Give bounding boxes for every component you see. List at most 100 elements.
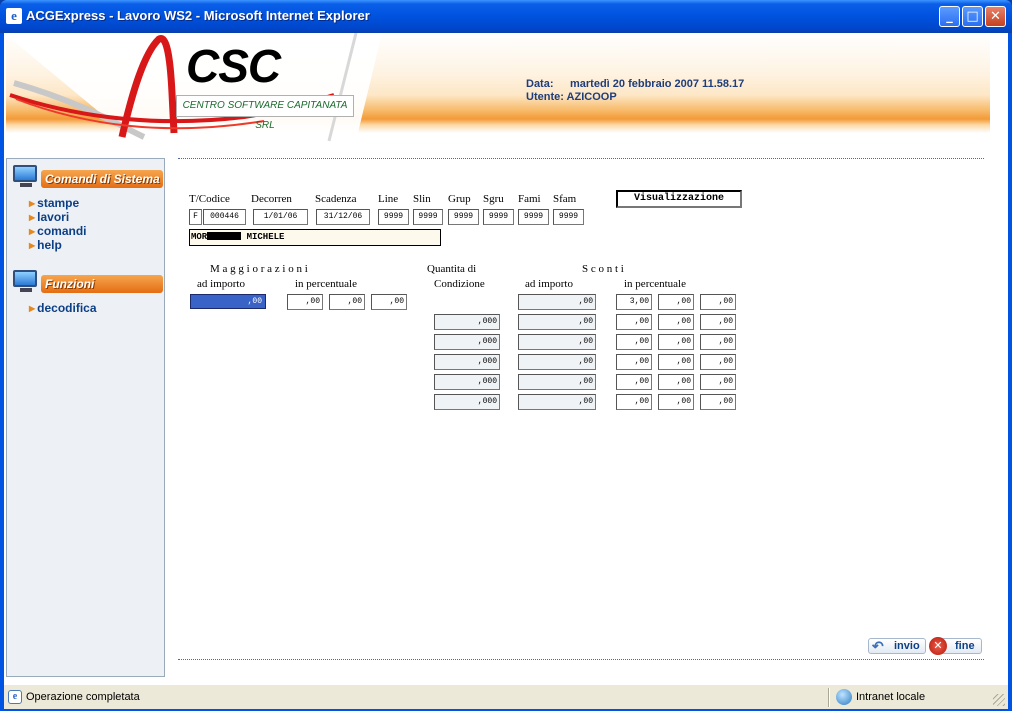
sconto-perc-field[interactable]: 3,00 xyxy=(616,294,652,310)
sconto-importo-field[interactable]: ,00 xyxy=(518,354,596,370)
company-logo: CSC CENTRO SOFTWARE CAPITANATA SRL xyxy=(4,32,389,142)
sconto-perc-field[interactable]: ,00 xyxy=(700,334,736,350)
sconto-perc-field[interactable]: ,00 xyxy=(658,354,694,370)
sidebar-item-comandi[interactable]: ▶ comandi xyxy=(29,224,87,238)
fami-field[interactable]: 9999 xyxy=(518,209,549,225)
sconto-perc-field[interactable]: ,00 xyxy=(700,374,736,390)
sconto-perc-field[interactable]: ,00 xyxy=(658,374,694,390)
computer-icon xyxy=(13,270,43,294)
sidebar-item-help[interactable]: ▶ help xyxy=(29,238,62,252)
sidebar-item-decodifica[interactable]: ▶ decodifica xyxy=(29,301,97,315)
divider xyxy=(178,659,984,660)
sconto-perc-field[interactable]: ,00 xyxy=(616,374,652,390)
label-condizione: Condizione xyxy=(434,278,485,290)
sidebar-item-lavori[interactable]: ▶ lavori xyxy=(29,210,69,224)
magg-perc-field-2[interactable]: ,00 xyxy=(329,294,365,310)
line-field[interactable]: 9999 xyxy=(378,209,409,225)
resize-grip[interactable] xyxy=(993,694,1005,706)
sconto-perc-field[interactable]: ,00 xyxy=(616,334,652,350)
page-icon: e xyxy=(8,690,22,704)
invio-label: invio xyxy=(894,640,920,652)
intranet-icon xyxy=(836,689,852,705)
label-magg-ad-importo: ad importo xyxy=(197,278,245,290)
sconto-perc-field[interactable]: ,00 xyxy=(616,394,652,410)
invio-button[interactable]: ↶ invio xyxy=(868,638,926,654)
grup-field[interactable]: 9999 xyxy=(448,209,479,225)
label-sconti: S c o n t i xyxy=(582,263,624,275)
t-field[interactable]: F xyxy=(189,209,202,225)
fine-button[interactable]: ✕ fine xyxy=(929,637,982,655)
label-fami: Fami xyxy=(518,193,541,205)
sconto-perc-field[interactable]: ,00 xyxy=(616,354,652,370)
enter-arrow-icon: ↶ xyxy=(872,638,884,654)
sconto-importo-field[interactable]: ,00 xyxy=(518,374,596,390)
session-info: Data: martedì 20 febbraio 2007 11.58.17 U… xyxy=(526,78,744,104)
sconto-importo-field[interactable]: ,00 xyxy=(518,294,596,310)
sconto-perc-field[interactable]: ,00 xyxy=(700,394,736,410)
arrow-right-icon: ▶ xyxy=(29,199,36,208)
label-sconti-ad-importo: ad importo xyxy=(525,278,573,290)
magg-importo-field[interactable]: ,00 xyxy=(190,294,266,309)
label-slin: Slin xyxy=(413,193,431,205)
label-line: Line xyxy=(378,193,399,205)
label-scadenza: Scadenza xyxy=(315,193,357,205)
sgru-field[interactable]: 9999 xyxy=(483,209,514,225)
security-zone: Intranet locale xyxy=(856,691,926,703)
decorren-field[interactable]: 1/01/06 xyxy=(253,209,308,225)
label-maggiorazioni: M a g g i o r a z i o n i xyxy=(210,263,308,275)
status-text: Operazione completata xyxy=(26,691,140,703)
codice-field[interactable]: 000446 xyxy=(203,209,246,225)
ie-icon: e xyxy=(6,8,22,24)
sconto-importo-field[interactable]: ,00 xyxy=(518,314,596,330)
fine-label: fine xyxy=(955,640,975,652)
status-bar: e Operazione completata Intranet locale xyxy=(4,684,1008,709)
sconto-perc-field[interactable]: ,00 xyxy=(700,314,736,330)
mode-indicator: Visualizzazione xyxy=(616,190,742,208)
sconto-perc-field[interactable]: ,00 xyxy=(658,314,694,330)
quantita-field[interactable]: ,000 xyxy=(434,394,500,410)
scadenza-field[interactable]: 31/12/06 xyxy=(316,209,370,225)
magg-perc-field-3[interactable]: ,00 xyxy=(371,294,407,310)
section-header-comandi: Comandi di Sistema xyxy=(41,170,163,188)
browser-window: e ACGExpress - Lavoro WS2 - Microsoft In… xyxy=(0,0,1012,711)
date-value: martedì 20 febbraio 2007 11.58.17 xyxy=(570,78,745,90)
redaction-block xyxy=(207,232,242,240)
magg-perc-field-1[interactable]: ,00 xyxy=(287,294,323,310)
sconto-perc-field[interactable]: ,00 xyxy=(700,294,736,310)
sconto-perc-field[interactable]: ,00 xyxy=(658,334,694,350)
quantita-field[interactable]: ,000 xyxy=(434,314,500,330)
sconto-perc-field[interactable]: ,00 xyxy=(658,394,694,410)
quantita-field[interactable]: ,000 xyxy=(434,354,500,370)
title-bar[interactable]: e ACGExpress - Lavoro WS2 - Microsoft In… xyxy=(0,0,1012,33)
arrow-right-icon: ▶ xyxy=(29,304,36,313)
label-sgru: Sgru xyxy=(483,193,504,205)
sconto-perc-field[interactable]: ,00 xyxy=(700,354,736,370)
sconto-importo-field[interactable]: ,00 xyxy=(518,394,596,410)
arrow-right-icon: ▶ xyxy=(29,227,36,236)
arrow-right-icon: ▶ xyxy=(29,241,36,250)
close-button[interactable]: ✕ xyxy=(985,6,1006,27)
sfam-field[interactable]: 9999 xyxy=(553,209,584,225)
sconto-perc-field[interactable]: ,00 xyxy=(658,294,694,310)
label-tcodice: T/Codice xyxy=(189,193,230,205)
sconto-importo-field[interactable]: ,00 xyxy=(518,334,596,350)
maximize-button[interactable]: □ xyxy=(962,6,983,27)
slin-field[interactable]: 9999 xyxy=(413,209,443,225)
quantita-field[interactable]: ,000 xyxy=(434,374,500,390)
close-circle-icon: ✕ xyxy=(929,637,947,655)
divider xyxy=(178,158,984,159)
user-value: AZICOOP xyxy=(566,91,617,103)
sidebar-item-stampe[interactable]: ▶ stampe xyxy=(29,196,79,210)
label-quantita: Quantita di xyxy=(427,263,477,275)
divider xyxy=(828,688,830,707)
sidebar: Comandi di Sistema ▶ stampe ▶ lavori ▶ coma… xyxy=(6,158,165,677)
minimize-button[interactable]: _ xyxy=(939,6,960,27)
label-grup: Grup xyxy=(448,193,471,205)
company-name: CENTRO SOFTWARE CAPITANATA SRL xyxy=(176,95,354,131)
section-header-funzioni: Funzioni xyxy=(41,275,163,293)
arrow-right-icon: ▶ xyxy=(29,213,36,222)
computer-icon xyxy=(13,165,43,189)
customer-name-field: MOR MICHELE xyxy=(189,229,441,246)
quantita-field[interactable]: ,000 xyxy=(434,334,500,350)
sconto-perc-field[interactable]: ,00 xyxy=(616,314,652,330)
